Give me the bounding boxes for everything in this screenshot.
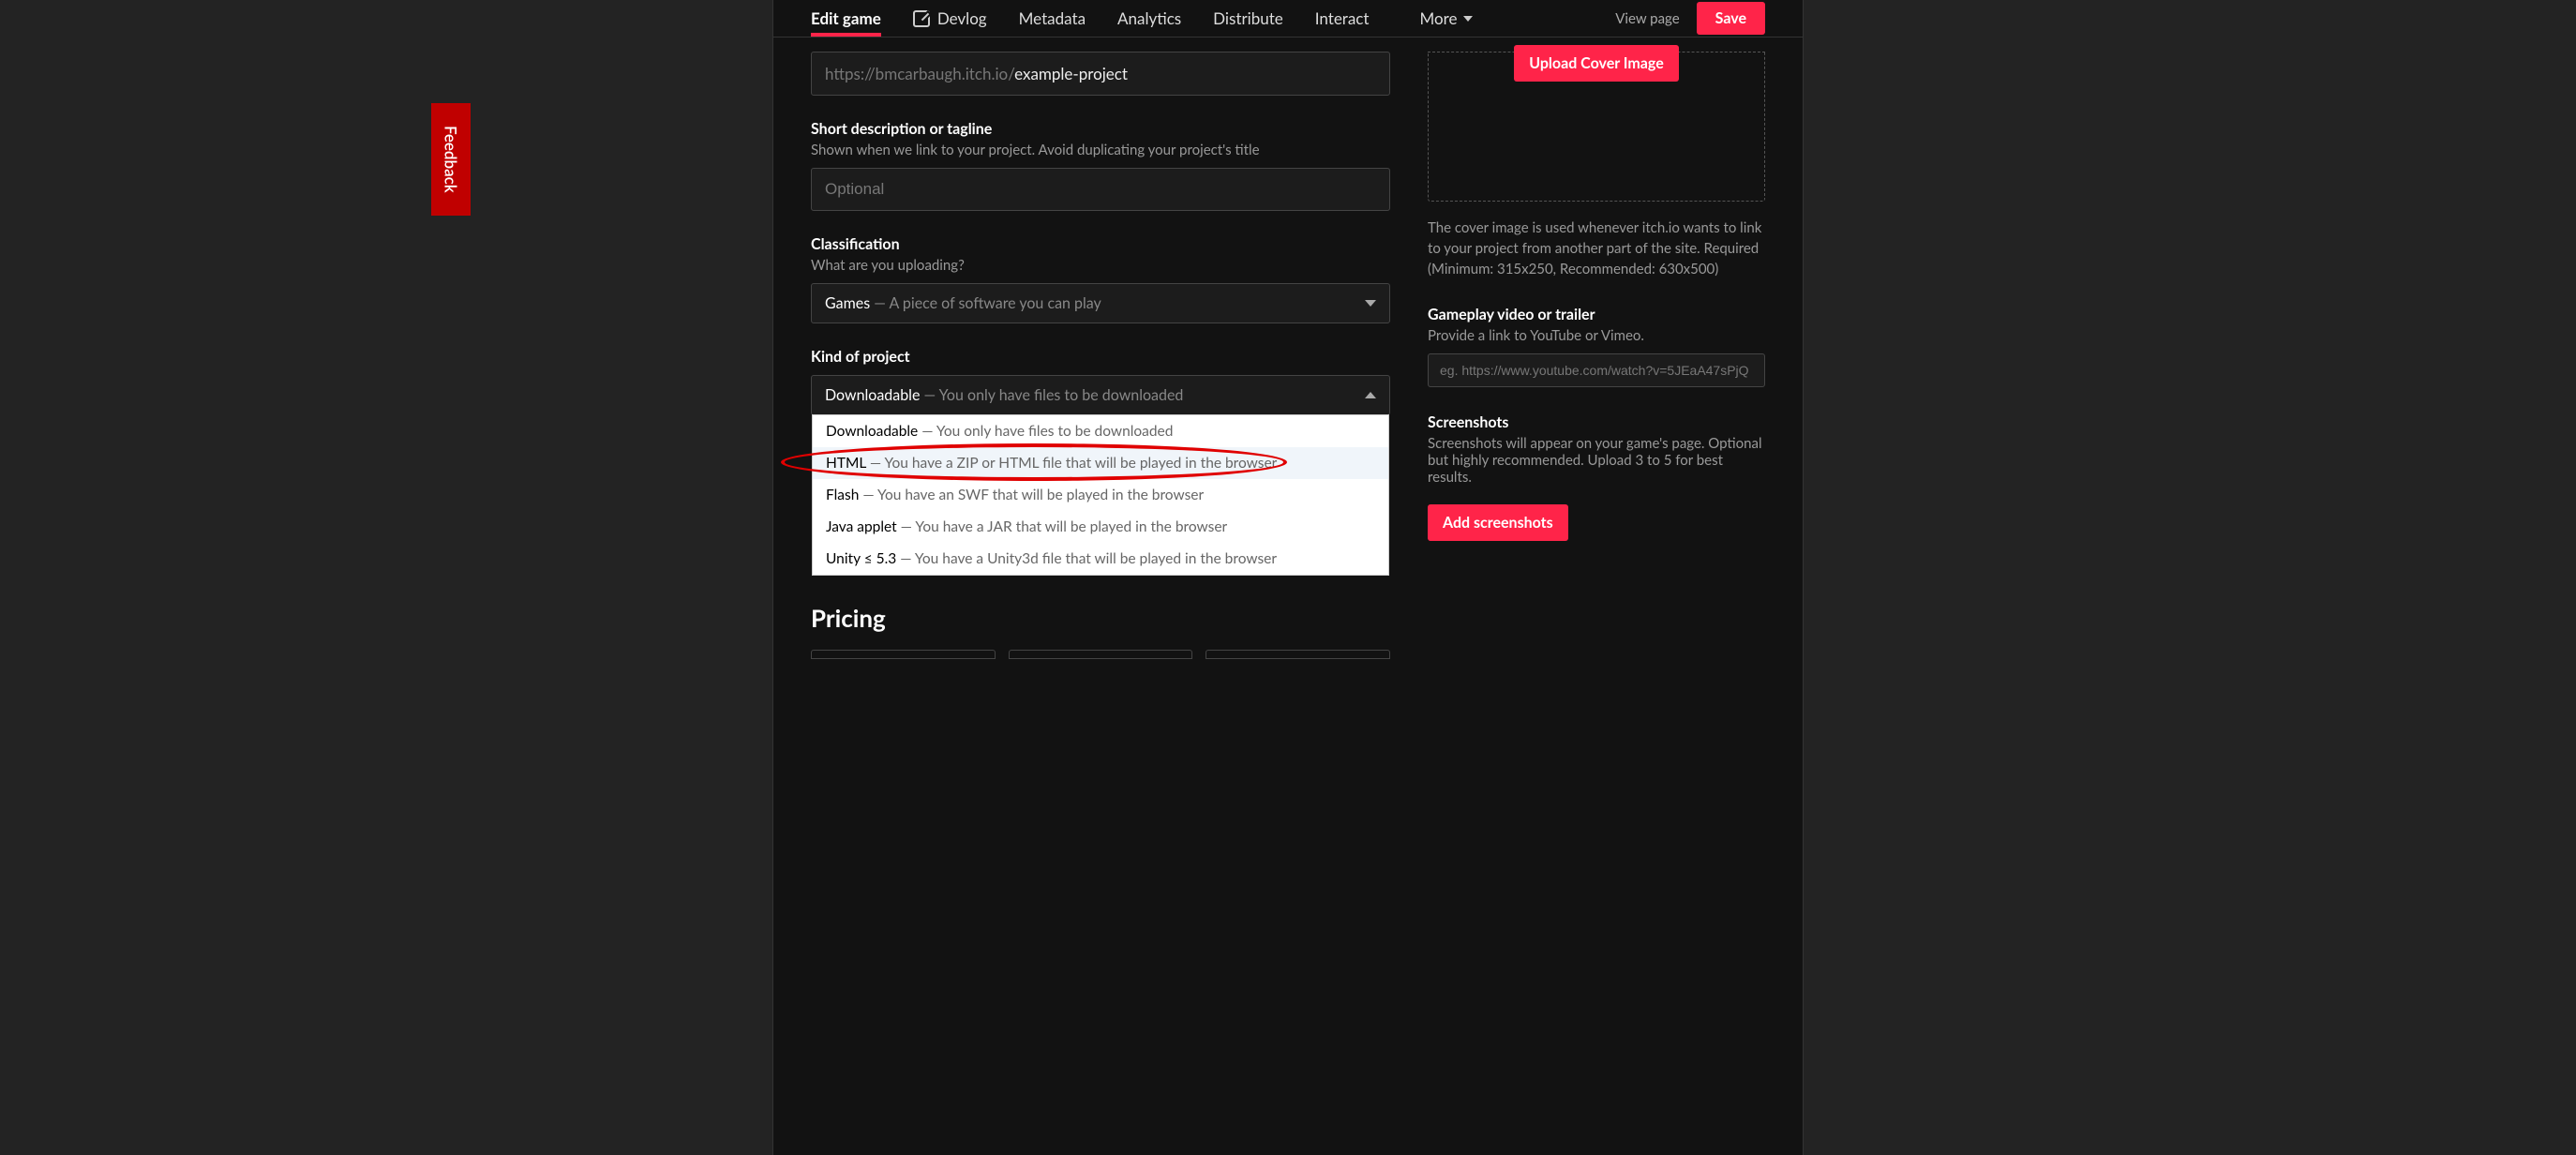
pricing-option[interactable] <box>1206 650 1390 659</box>
pricing-heading: Pricing <box>811 603 1390 633</box>
select-value-desc: A piece of software you can play <box>890 294 1101 312</box>
caret-down-icon <box>1365 300 1376 307</box>
select-value: Downloadable <box>825 386 920 404</box>
caret-up-icon <box>1365 392 1376 398</box>
pricing-option[interactable] <box>811 650 996 659</box>
upload-cover-button[interactable]: Upload Cover Image <box>1514 45 1679 82</box>
classification-select[interactable]: Games — A piece of software you can play <box>811 283 1390 323</box>
view-page-link[interactable]: View page <box>1615 10 1679 27</box>
save-button[interactable]: Save <box>1697 2 1765 35</box>
tab-distribute[interactable]: Distribute <box>1213 0 1283 37</box>
kind-select[interactable]: Downloadable — You only have files to be… <box>811 375 1390 415</box>
classification-sub: What are you uploading? <box>811 257 1390 274</box>
url-slug: example-project <box>1014 64 1128 83</box>
video-sub: Provide a link to YouTube or Vimeo. <box>1428 327 1765 344</box>
tab-edit-game[interactable]: Edit game <box>811 0 881 37</box>
project-url-input[interactable]: https://bmcarbaugh.itch.io/example-proje… <box>811 52 1390 96</box>
tab-label: More <box>1420 8 1458 28</box>
kind-option-unity[interactable]: Unity ≤ 5.3 — You have a Unity3d file th… <box>813 543 1388 575</box>
short-desc-sub: Shown when we link to your project. Avoi… <box>811 142 1390 158</box>
video-url-input[interactable] <box>1428 353 1765 387</box>
screenshots-sub: Screenshots will appear on your game's p… <box>1428 435 1765 486</box>
select-value: Games <box>825 294 870 312</box>
pricing-option[interactable] <box>1009 650 1193 659</box>
feedback-label: Feedback <box>442 126 461 193</box>
select-value-desc: You only have files to be downloaded <box>939 386 1184 404</box>
kind-label: Kind of project <box>811 348 1390 366</box>
tab-analytics[interactable]: Analytics <box>1117 0 1181 37</box>
kind-option-java[interactable]: Java applet — You have a JAR that will b… <box>813 511 1388 543</box>
kind-option-downloadable[interactable]: Downloadable — You only have files to be… <box>813 415 1388 447</box>
cover-image-dropzone[interactable]: Upload Cover Image <box>1428 52 1765 202</box>
cover-note: The cover image is used whenever itch.io… <box>1428 218 1765 279</box>
video-label: Gameplay video or trailer <box>1428 306 1765 323</box>
tab-label: Analytics <box>1117 8 1181 28</box>
main-panel: Edit game Devlog Metadata Analytics Dist… <box>772 0 1804 1155</box>
url-prefix: https://bmcarbaugh.itch.io/ <box>825 64 1014 83</box>
tab-label: Devlog <box>937 8 987 28</box>
short-desc-label: Short description or tagline <box>811 120 1390 138</box>
tab-interact[interactable]: Interact <box>1315 0 1370 37</box>
kind-option-flash[interactable]: Flash — You have an SWF that will be pla… <box>813 479 1388 511</box>
tab-metadata[interactable]: Metadata <box>1019 0 1086 37</box>
tab-devlog[interactable]: Devlog <box>913 0 987 37</box>
tab-label: Metadata <box>1019 8 1086 28</box>
screenshots-label: Screenshots <box>1428 413 1765 431</box>
kind-option-html[interactable]: HTML — You have a ZIP or HTML file that … <box>813 447 1388 479</box>
classification-label: Classification <box>811 235 1390 253</box>
short-desc-input[interactable] <box>811 168 1390 211</box>
chevron-down-icon <box>1463 16 1473 22</box>
pencil-icon <box>913 10 930 27</box>
tab-label: Interact <box>1315 8 1370 28</box>
tab-label: Edit game <box>811 8 881 28</box>
tab-more[interactable]: More <box>1420 0 1473 37</box>
tabs-bar: Edit game Devlog Metadata Analytics Dist… <box>773 0 1803 38</box>
pricing-options-row <box>811 650 1390 659</box>
add-screenshots-button[interactable]: Add screenshots <box>1428 504 1568 541</box>
kind-dropdown: Downloadable — You only have files to be… <box>812 414 1389 576</box>
feedback-tab[interactable]: Feedback <box>431 103 471 216</box>
tab-label: Distribute <box>1213 8 1283 28</box>
